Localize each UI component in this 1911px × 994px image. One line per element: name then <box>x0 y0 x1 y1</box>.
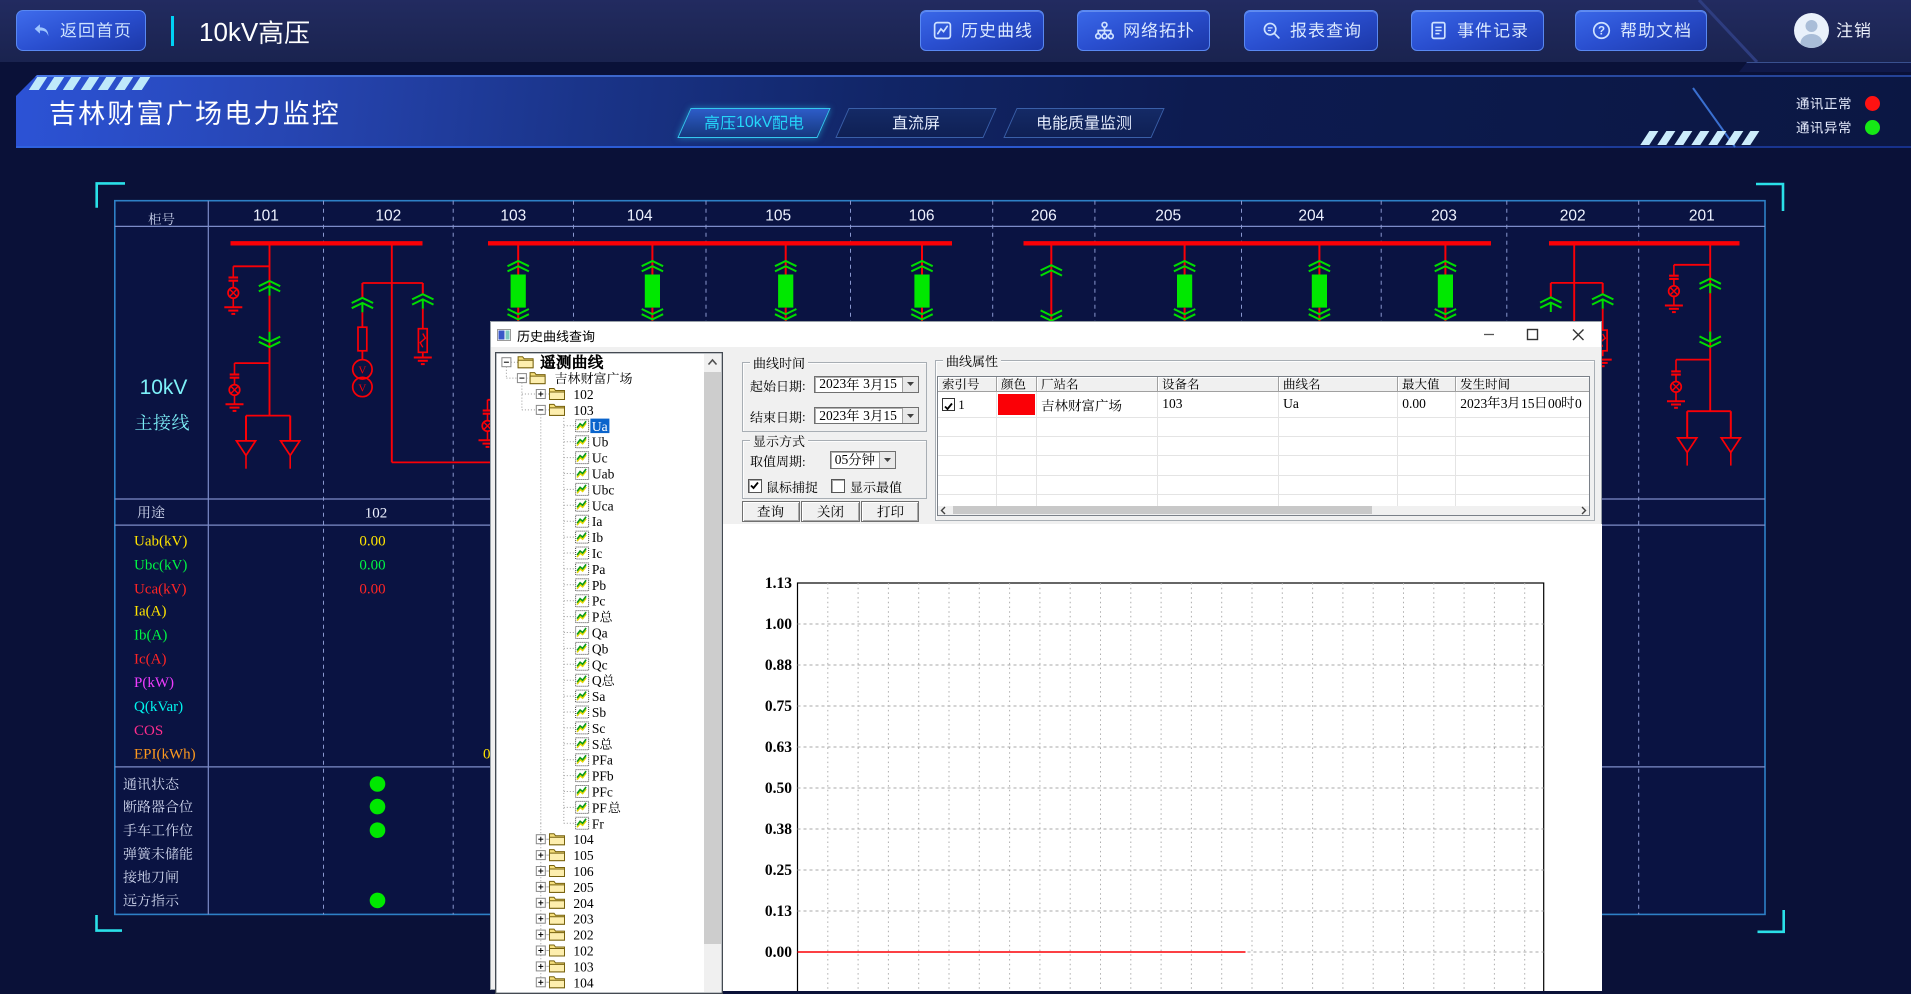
svg-text:105: 105 <box>765 208 791 225</box>
svg-text:1.00: 1.00 <box>765 616 792 633</box>
svg-text:203: 203 <box>1431 208 1457 225</box>
svg-text:1.13: 1.13 <box>765 575 792 592</box>
svg-text:PFa: PFa <box>592 752 613 767</box>
svg-text:P: P <box>592 609 600 624</box>
svg-text:S: S <box>592 736 600 751</box>
svg-text:Ub: Ub <box>592 434 609 449</box>
svg-text:Q: Q <box>592 673 602 688</box>
svg-text:Ia(A): Ia(A) <box>134 604 166 620</box>
svg-text:106: 106 <box>574 864 595 879</box>
svg-text:Uca: Uca <box>592 498 614 513</box>
svg-text:PFc: PFc <box>592 784 613 799</box>
svg-text:103: 103 <box>500 208 526 225</box>
svg-text:205: 205 <box>1155 208 1181 225</box>
svg-text:Ib(A): Ib(A) <box>134 627 167 643</box>
svg-text:Ubc(kV): Ubc(kV) <box>134 558 187 574</box>
svg-text:?: ? <box>1598 26 1605 38</box>
svg-text:104: 104 <box>574 975 595 990</box>
svg-text:203: 203 <box>574 911 595 926</box>
svg-text:10kV: 10kV <box>140 376 188 399</box>
svg-text:P(kW): P(kW) <box>134 675 174 691</box>
svg-text:Pc: Pc <box>592 593 606 608</box>
svg-text:102: 102 <box>574 943 594 958</box>
svg-text:204: 204 <box>574 895 595 910</box>
svg-text:Ic(A): Ic(A) <box>134 651 166 667</box>
svg-text:102: 102 <box>375 208 401 225</box>
svg-text:V: V <box>358 382 366 394</box>
svg-text:0.13: 0.13 <box>765 903 792 920</box>
svg-text:103: 103 <box>574 959 595 974</box>
svg-text:102: 102 <box>574 387 594 402</box>
svg-text:Uca(kV): Uca(kV) <box>134 581 186 597</box>
svg-text:PFb: PFb <box>592 768 614 783</box>
svg-text:Uab: Uab <box>592 466 615 481</box>
svg-text:205: 205 <box>574 879 595 894</box>
svg-text:0.88: 0.88 <box>765 657 792 674</box>
svg-text:104: 104 <box>627 208 653 225</box>
svg-text:101: 101 <box>253 208 279 225</box>
svg-text:V: V <box>358 365 366 377</box>
svg-text:Q(kVar): Q(kVar) <box>134 699 183 715</box>
svg-text:201: 201 <box>1689 208 1715 225</box>
svg-text:0.38: 0.38 <box>765 821 792 838</box>
svg-text:Sa: Sa <box>592 689 606 704</box>
svg-text:Uc: Uc <box>592 450 608 465</box>
svg-text:102: 102 <box>365 506 388 522</box>
svg-text:0.00: 0.00 <box>765 944 792 961</box>
svg-text:Uab(kV): Uab(kV) <box>134 533 187 549</box>
svg-text:106: 106 <box>909 208 935 225</box>
svg-text:PF: PF <box>592 800 608 815</box>
svg-text:206: 206 <box>1031 208 1057 225</box>
svg-text:0.75: 0.75 <box>765 698 792 715</box>
svg-text:Pb: Pb <box>592 577 607 592</box>
svg-text:Qa: Qa <box>592 625 608 640</box>
svg-text:Ia: Ia <box>592 514 603 529</box>
svg-text:COS: COS <box>134 723 163 739</box>
svg-text:103: 103 <box>574 402 595 417</box>
svg-text:EPI(kWh): EPI(kWh) <box>134 746 196 762</box>
svg-text:Ua: Ua <box>592 418 608 433</box>
svg-text:202: 202 <box>574 927 594 942</box>
svg-text:Qc: Qc <box>592 657 608 672</box>
svg-text:Ic: Ic <box>592 546 603 561</box>
svg-text:202: 202 <box>1560 208 1586 225</box>
svg-text:Qb: Qb <box>592 641 609 656</box>
svg-text:Fr: Fr <box>592 816 605 831</box>
svg-text:204: 204 <box>1298 208 1324 225</box>
svg-text:105: 105 <box>574 848 595 863</box>
svg-text:Sc: Sc <box>592 720 606 735</box>
svg-text:0.00: 0.00 <box>359 581 385 597</box>
svg-text:0.25: 0.25 <box>765 862 792 879</box>
svg-text:104: 104 <box>574 832 595 847</box>
svg-text:0.50: 0.50 <box>765 780 792 797</box>
svg-text:Sb: Sb <box>592 705 607 720</box>
svg-text:0.00: 0.00 <box>359 533 385 549</box>
svg-text:0.63: 0.63 <box>765 739 792 756</box>
svg-text:Ubc: Ubc <box>592 482 615 497</box>
svg-text:0.00: 0.00 <box>359 558 385 574</box>
svg-text:Ib: Ib <box>592 530 603 545</box>
svg-text:Pa: Pa <box>592 561 606 576</box>
